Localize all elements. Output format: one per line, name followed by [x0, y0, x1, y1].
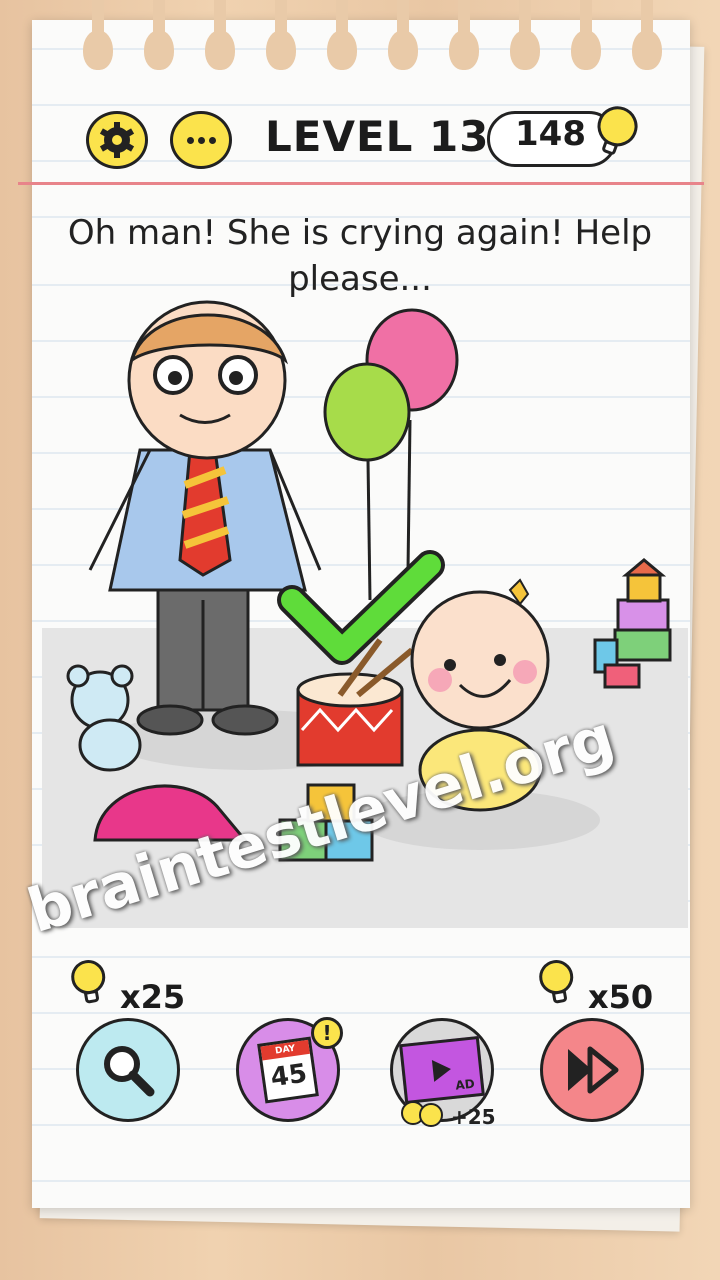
fast-forward-icon — [568, 1046, 619, 1094]
daily-alert-badge: ! — [311, 1017, 343, 1049]
teddy-bear — [66, 664, 142, 772]
search-hint-button[interactable] — [76, 1018, 180, 1122]
gear-icon — [99, 122, 135, 158]
magnifier-icon — [104, 1046, 155, 1097]
more-dots-icon — [186, 136, 216, 144]
skip-cost: x50 — [588, 978, 654, 1016]
binder-holes — [0, 0, 720, 80]
level-title: LEVEL 139 — [265, 112, 520, 161]
lightbulb-icon — [536, 957, 578, 1005]
settings-button[interactable] — [86, 111, 148, 169]
lightbulb-icon — [68, 957, 110, 1005]
ad-label: AD — [454, 1076, 476, 1093]
watch-ad-button[interactable]: AD +25 — [390, 1018, 496, 1129]
search-cost: x25 — [120, 978, 186, 1016]
calendar-day-number: 45 — [268, 1058, 309, 1094]
film-icon: AD — [399, 1035, 485, 1105]
daily-challenge-button[interactable]: DAY 45 ! — [236, 1017, 343, 1122]
margin-line — [18, 182, 704, 185]
skip-level-button[interactable] — [540, 1018, 644, 1122]
bulb-count: 148 — [515, 114, 586, 154]
ad-reward: +25 — [451, 1105, 496, 1129]
lightbulb-icon — [419, 1103, 443, 1127]
question-text: Oh man! She is crying again! Help please… — [67, 213, 653, 299]
toy-castle — [593, 558, 672, 689]
calendar-icon: DAY 45 — [257, 1036, 319, 1104]
menu-button[interactable] — [170, 111, 232, 169]
drum — [296, 638, 414, 767]
